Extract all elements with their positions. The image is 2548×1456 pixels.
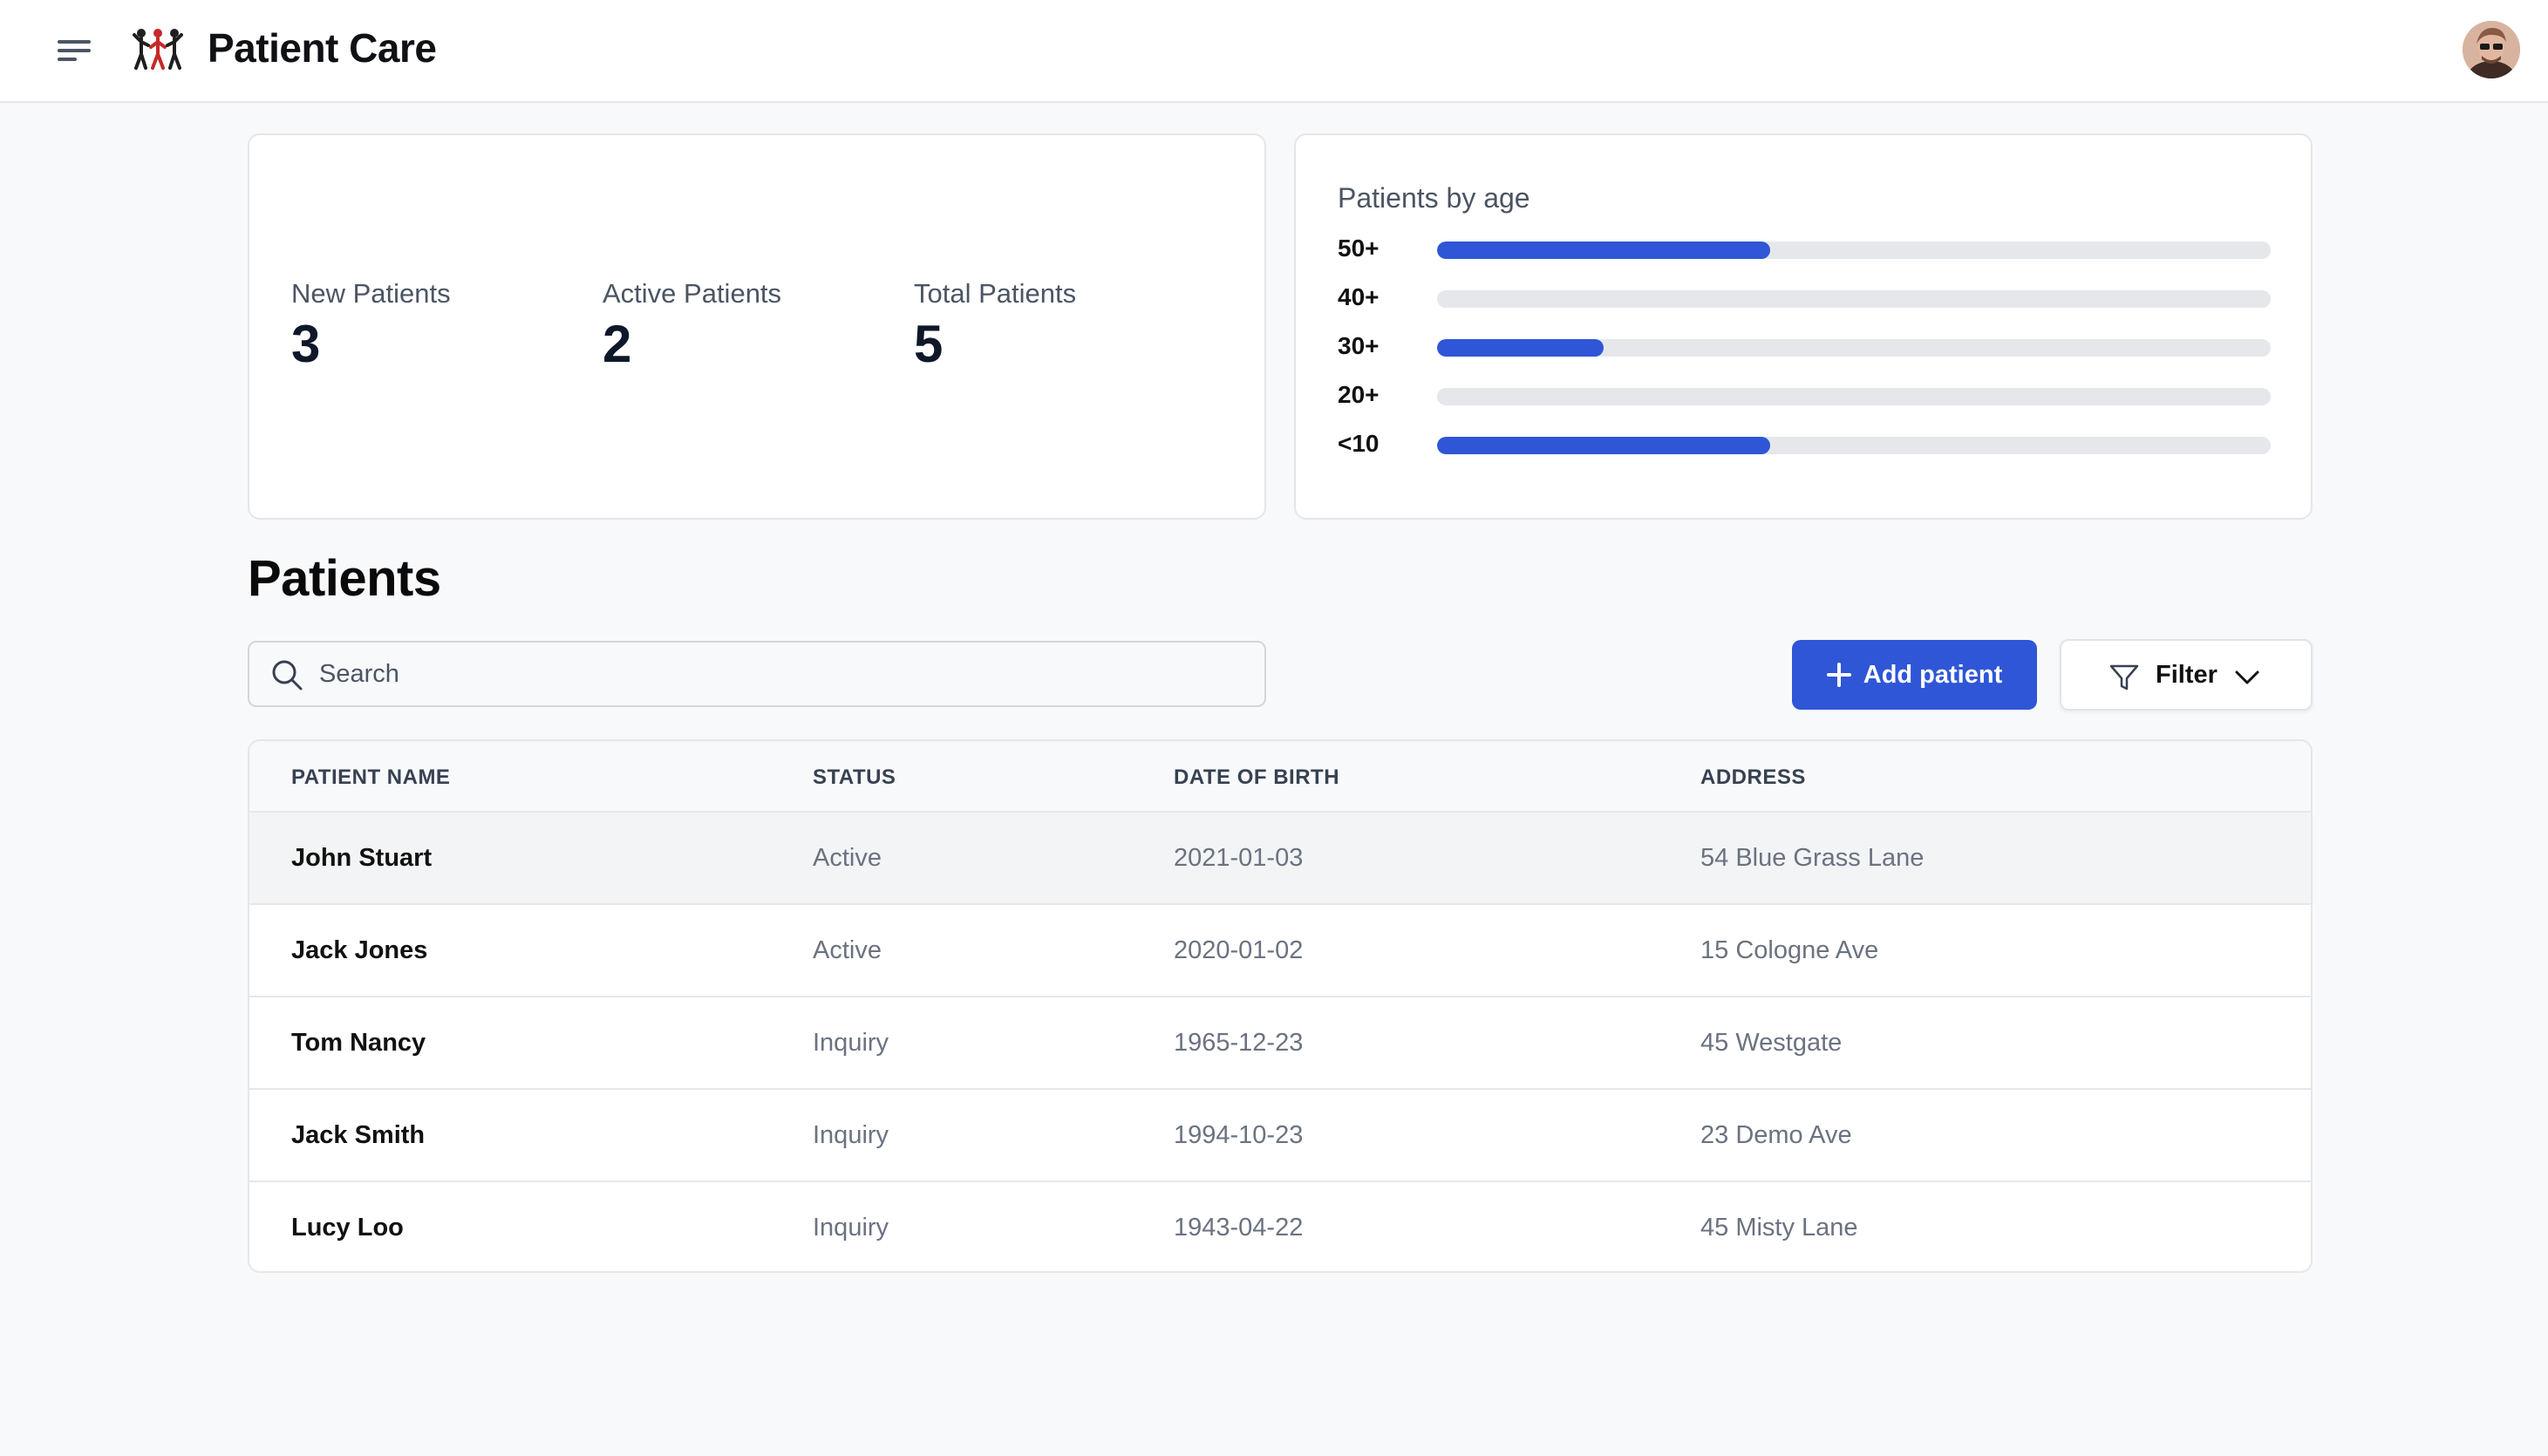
age-bar-row: <10 xyxy=(1338,426,2272,461)
filter-dropdown-button[interactable]: Filter xyxy=(2060,639,2313,711)
dob-cell: 1943-04-22 xyxy=(1174,1214,1304,1242)
column-header-status[interactable]: STATUS xyxy=(813,765,896,790)
patients-heading: Patients xyxy=(248,550,441,607)
age-bar-row: 50+ xyxy=(1338,231,2272,266)
table-header: PATIENT NAME STATUS DATE OF BIRTH ADDRES… xyxy=(249,741,2311,811)
age-bar-label: <10 xyxy=(1338,430,1380,457)
patient-name-cell: John Stuart xyxy=(291,844,433,872)
age-bar-label: 20+ xyxy=(1338,381,1380,408)
age-bar-label: 50+ xyxy=(1338,235,1380,262)
hamburger-menu-icon[interactable] xyxy=(54,35,98,66)
patient-name-cell: Tom Nancy xyxy=(291,1029,426,1057)
column-header-address[interactable]: ADDRESS xyxy=(1700,765,1806,790)
age-bar-row: 20+ xyxy=(1338,378,2272,412)
stat-total-patients: Total Patients 5 xyxy=(914,278,1076,371)
add-patient-button[interactable]: Add patient xyxy=(1792,640,2037,710)
status-cell: Inquiry xyxy=(813,1214,889,1242)
add-patient-label: Add patient xyxy=(1863,660,2003,689)
age-chart-title: Patients by age xyxy=(1338,182,1530,214)
column-header-date-of-birth[interactable]: DATE OF BIRTH xyxy=(1174,765,1339,790)
age-bar-track xyxy=(1437,290,2271,308)
address-cell: 45 Misty Lane xyxy=(1700,1214,1858,1242)
age-bar-fill xyxy=(1437,339,1604,357)
address-cell: 45 Westgate xyxy=(1700,1029,1843,1057)
filter-label: Filter xyxy=(2156,661,2218,689)
age-bar-label: 40+ xyxy=(1338,283,1380,310)
stat-label: Active Patients xyxy=(603,278,782,309)
avatar-icon xyxy=(2463,21,2520,78)
patient-stats-card: New Patients 3 Active Patients 2 Total P… xyxy=(248,133,1266,520)
search-icon xyxy=(272,660,303,691)
user-avatar[interactable] xyxy=(2463,21,2520,78)
dob-cell: 2021-01-03 xyxy=(1174,844,1304,872)
address-cell: 23 Demo Ave xyxy=(1700,1121,1852,1149)
stat-label: Total Patients xyxy=(914,278,1077,309)
dob-cell: 2020-01-02 xyxy=(1174,936,1304,964)
status-cell: Inquiry xyxy=(813,1029,889,1057)
table-row[interactable]: John Stuart Active 2021-01-03 54 Blue Gr… xyxy=(249,811,2311,903)
address-cell: 15 Cologne Ave xyxy=(1700,936,1879,964)
stat-value: 2 xyxy=(603,315,632,373)
stat-active-patients: Active Patients 2 xyxy=(603,278,781,371)
age-bar-row: 40+ xyxy=(1338,280,2272,315)
stat-label: New Patients xyxy=(291,278,451,309)
age-bar-fill xyxy=(1437,437,1771,454)
app-title: Patient Care xyxy=(208,25,437,71)
table-row[interactable]: Lucy Loo Inquiry 1943-04-22 45 Misty Lan… xyxy=(249,1180,2311,1271)
status-cell: Inquiry xyxy=(813,1121,889,1149)
chevron-down-icon xyxy=(2235,670,2259,684)
status-cell: Active xyxy=(813,844,882,872)
age-bar-label: 30+ xyxy=(1338,332,1380,359)
stat-value: 3 xyxy=(291,315,321,373)
search-box xyxy=(248,641,1266,707)
patient-name-cell: Jack Smith xyxy=(291,1121,426,1149)
search-input[interactable] xyxy=(319,643,1243,705)
table-row[interactable]: Jack Jones Active 2020-01-02 15 Cologne … xyxy=(249,903,2311,996)
patients-by-age-card: Patients by age 50+ 40+ 30+ 20+ <10 xyxy=(1294,133,2313,520)
column-header-patient-name[interactable]: PATIENT NAME xyxy=(291,765,450,790)
age-bar-track xyxy=(1437,388,2271,405)
plus-icon xyxy=(1826,663,1851,687)
people-group-icon xyxy=(133,29,183,70)
table-row[interactable]: Jack Smith Inquiry 1994-10-23 23 Demo Av… xyxy=(249,1088,2311,1180)
stat-new-patients: New Patients 3 xyxy=(291,278,451,371)
age-bar-fill xyxy=(1437,242,1771,259)
age-bar-row: 30+ xyxy=(1338,329,2272,364)
age-bar-track xyxy=(1437,242,2271,259)
funnel-icon xyxy=(2109,664,2139,691)
dob-cell: 1965-12-23 xyxy=(1174,1029,1304,1057)
stat-value: 5 xyxy=(914,315,944,373)
dob-cell: 1994-10-23 xyxy=(1174,1121,1304,1149)
table-row[interactable]: Tom Nancy Inquiry 1965-12-23 45 Westgate xyxy=(249,996,2311,1088)
age-bar-track xyxy=(1437,339,2271,357)
address-cell: 54 Blue Grass Lane xyxy=(1700,844,1925,872)
age-bar-track xyxy=(1437,437,2271,454)
patient-name-cell: Jack Jones xyxy=(291,936,428,964)
patient-name-cell: Lucy Loo xyxy=(291,1214,404,1242)
status-cell: Active xyxy=(813,936,882,964)
top-app-bar: Patient Care xyxy=(0,0,2548,103)
patients-table: PATIENT NAME STATUS DATE OF BIRTH ADDRES… xyxy=(248,739,2313,1273)
